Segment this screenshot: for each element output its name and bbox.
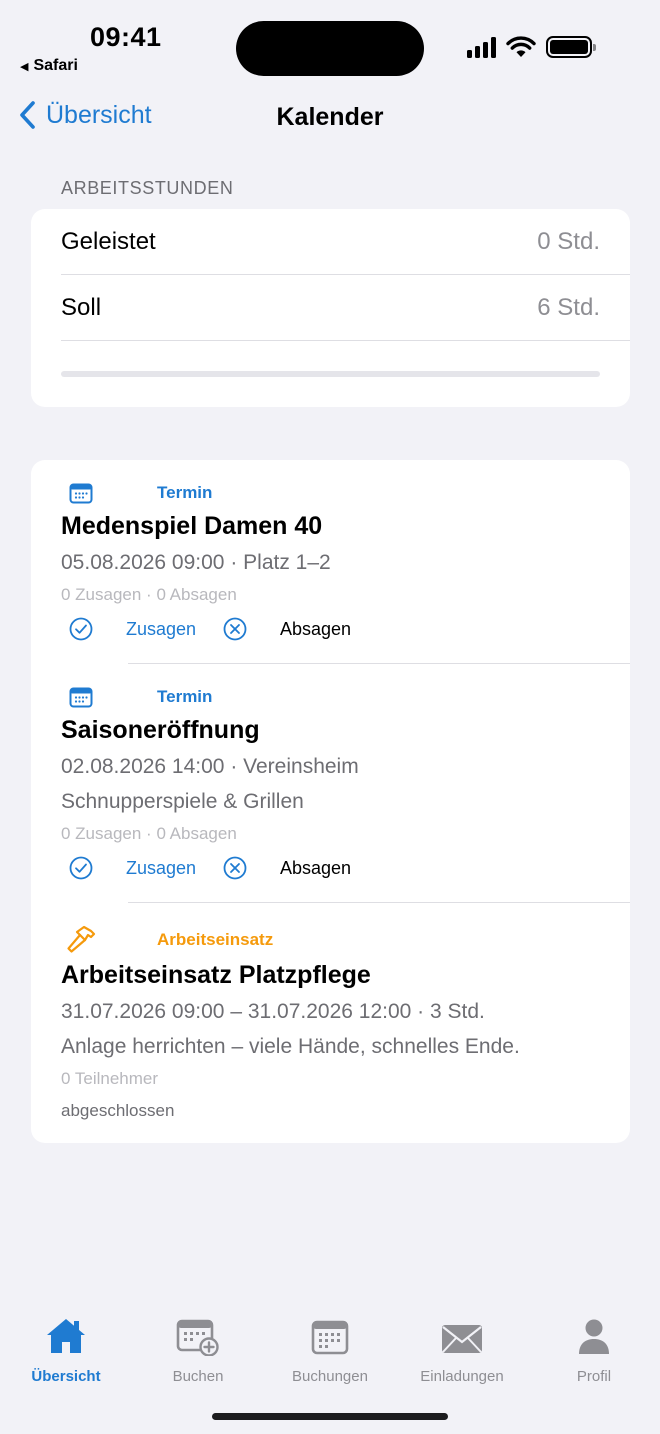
tab-invitations[interactable]: Einladungen xyxy=(396,1316,528,1385)
hammer-icon xyxy=(67,925,96,953)
status-time: 09:41 xyxy=(90,22,162,52)
divider xyxy=(128,663,630,664)
decline-label: Absagen xyxy=(280,857,352,878)
tab-label: Einladungen xyxy=(420,1368,504,1385)
tab-overview[interactable]: Übersicht xyxy=(0,1316,132,1385)
accept-label: Zusagen xyxy=(126,857,197,878)
home-icon xyxy=(47,1319,85,1353)
tab-bookings[interactable]: Buchungen xyxy=(264,1316,396,1385)
events-card: Termin Medenspiel Damen 40 05.08.2026 09… xyxy=(31,460,630,1143)
accept-button[interactable]: Zusagen xyxy=(69,856,196,880)
calendar-icon xyxy=(69,483,93,504)
calendar-add-icon xyxy=(176,1319,219,1356)
person-icon xyxy=(579,1319,609,1354)
tab-label: Übersicht xyxy=(31,1368,101,1385)
back-triangle-icon: ◀ xyxy=(20,60,29,73)
event-status: abgeschlossen xyxy=(61,1101,175,1120)
cellular-signal-icon xyxy=(467,36,496,58)
hours-row-target: Soll 6 Std. xyxy=(31,275,630,341)
event-description: Anlage herrichten – viele Hände, schnell… xyxy=(61,1035,520,1058)
accept-button[interactable]: Zusagen xyxy=(69,617,196,641)
tab-profile[interactable]: Profil xyxy=(528,1316,660,1385)
event-counts: 0 Teilnehmer xyxy=(61,1069,159,1088)
divider xyxy=(128,902,630,903)
hours-label: Soll xyxy=(61,294,102,321)
event-title: Arbeitseinsatz Platzpflege xyxy=(61,961,371,989)
checkmark-circle-icon xyxy=(69,617,93,641)
event-kind: Arbeitseinsatz xyxy=(157,930,274,949)
work-hours-card: Geleistet 0 Std. Soll 6 Std. xyxy=(31,209,630,407)
accept-label: Zusagen xyxy=(126,618,197,639)
xmark-circle-icon xyxy=(223,617,247,641)
decline-button[interactable]: Absagen xyxy=(223,617,351,641)
event-kind: Termin xyxy=(157,687,213,706)
event-kind: Termin xyxy=(157,483,213,502)
hours-value: 0 Std. xyxy=(537,228,600,255)
calendar-icon xyxy=(69,687,93,708)
page-title: Kalender xyxy=(276,103,384,131)
decline-label: Absagen xyxy=(280,618,352,639)
event-counts: 0 Zusagen · 0 Absagen xyxy=(61,585,237,604)
dynamic-island xyxy=(236,21,424,76)
status-icons xyxy=(467,36,596,58)
section-header-work-hours: ARBEITSSTUNDEN xyxy=(61,178,234,198)
event-when: 02.08.2026 14:00 · Vereinsheim xyxy=(61,755,359,778)
event-when: 05.08.2026 09:00 · Platz 1–2 xyxy=(61,551,331,574)
back-to-app-label: Safari xyxy=(33,57,78,74)
tab-label: Buchungen xyxy=(292,1368,368,1385)
tab-label: Buchen xyxy=(172,1368,224,1385)
hours-label: Geleistet xyxy=(61,228,156,255)
decline-button[interactable]: Absagen xyxy=(223,856,351,880)
tab-label: Profil xyxy=(576,1368,612,1385)
back-to-app[interactable]: ◀ Safari xyxy=(20,57,78,75)
event-title: Saisoneröffnung xyxy=(61,716,260,744)
event-when: 31.07.2026 09:00 – 31.07.2026 12:00 · 3 … xyxy=(61,1000,485,1023)
battery-icon xyxy=(546,36,596,58)
hours-value: 6 Std. xyxy=(537,294,600,321)
event-description: Schnupperspiele & Grillen xyxy=(61,790,304,813)
home-indicator xyxy=(212,1413,448,1420)
calendar-icon xyxy=(311,1320,349,1355)
event-counts: 0 Zusagen · 0 Absagen xyxy=(61,824,237,843)
hours-row-done: Geleistet 0 Std. xyxy=(31,209,630,275)
hours-progress-bar xyxy=(61,371,600,377)
event-title: Medenspiel Damen 40 xyxy=(61,512,323,540)
xmark-circle-icon xyxy=(223,856,247,880)
checkmark-circle-icon xyxy=(69,856,93,880)
wifi-icon xyxy=(506,36,536,57)
envelope-icon xyxy=(442,1325,482,1353)
tab-book[interactable]: Buchen xyxy=(132,1316,264,1385)
